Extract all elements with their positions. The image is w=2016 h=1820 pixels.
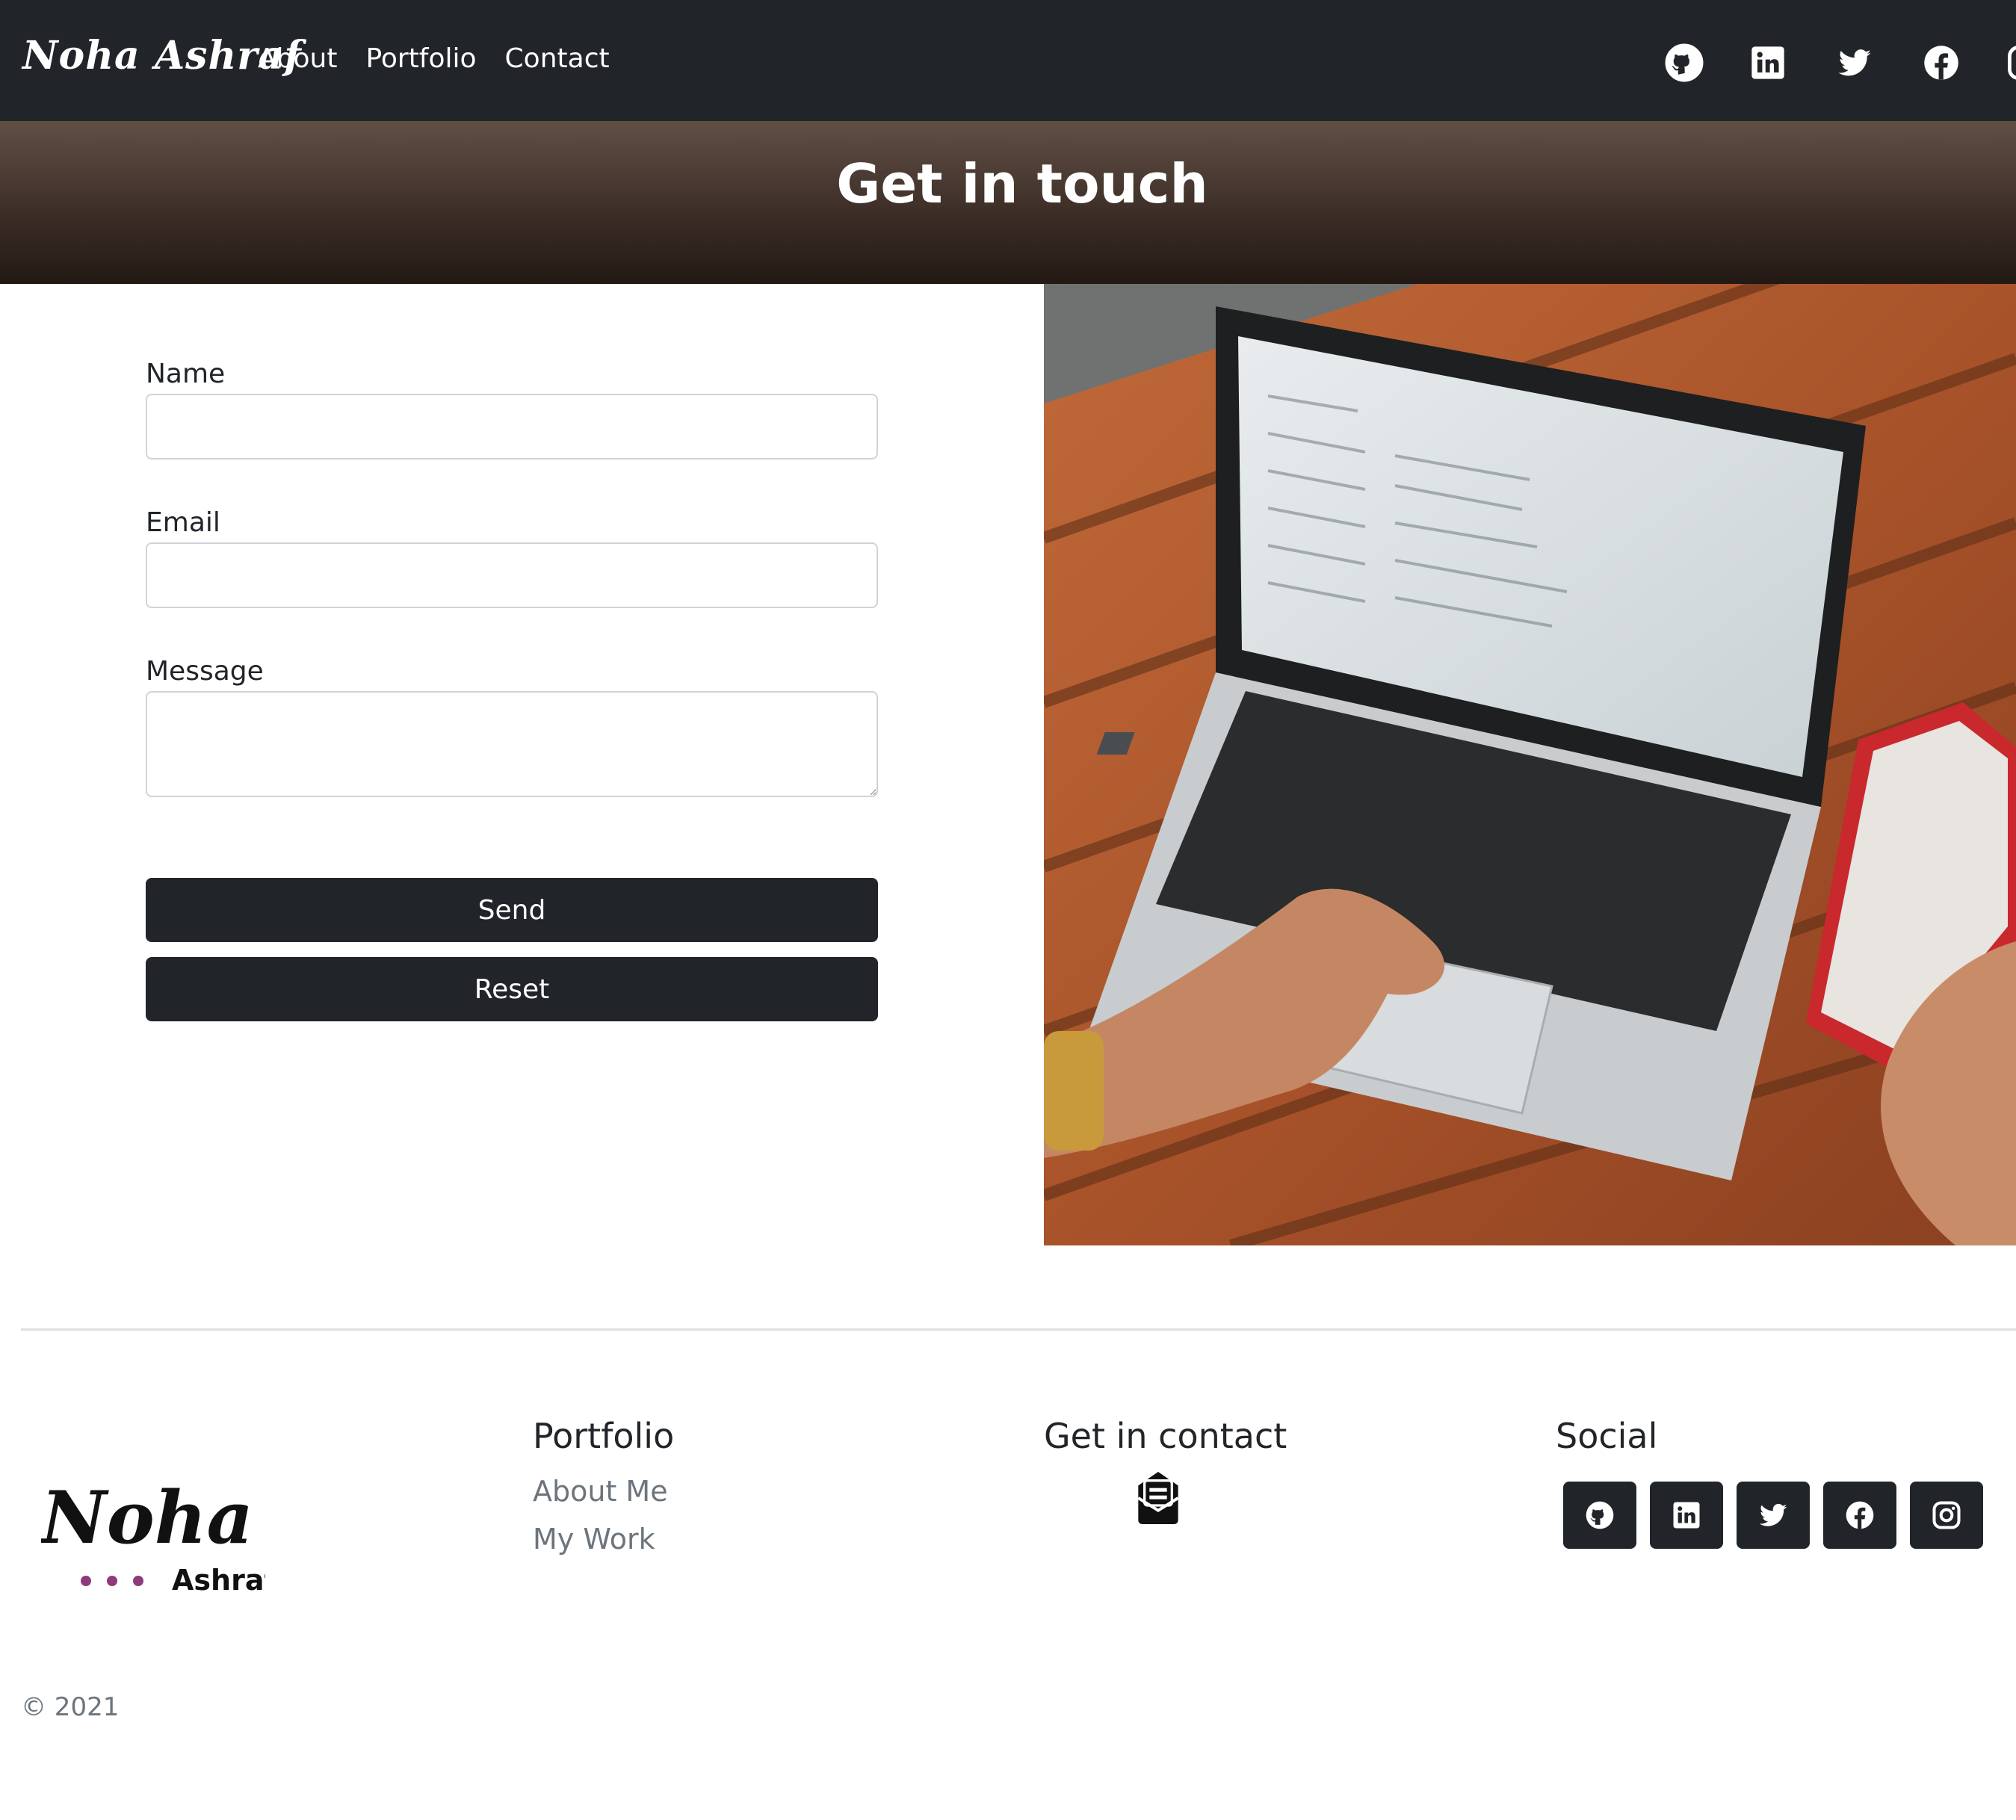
- email-input[interactable]: [146, 542, 878, 608]
- footer-link-about-me[interactable]: About Me: [533, 1475, 668, 1508]
- instagram-icon[interactable]: [2006, 43, 2016, 82]
- footer-github-button[interactable]: [1563, 1482, 1636, 1549]
- envelope-open-icon[interactable]: [1128, 1468, 1188, 1528]
- laptop-photo: [1044, 284, 2016, 1245]
- nav-link-about[interactable]: About: [258, 43, 337, 74]
- copyright: © 2021: [21, 1692, 120, 1722]
- reset-button[interactable]: Reset: [146, 957, 878, 1021]
- name-input[interactable]: [146, 394, 878, 459]
- footer-linkedin-button[interactable]: [1650, 1482, 1723, 1549]
- svg-text:Noha: Noha: [41, 1479, 253, 1560]
- message-textarea[interactable]: [146, 691, 878, 797]
- twitter-icon: [1759, 1503, 1787, 1526]
- navbar: Noha Ashraf About Portfolio Contact: [0, 0, 2016, 121]
- svg-text:Ashraf: Ashraf: [172, 1564, 265, 1597]
- facebook-icon: [1846, 1501, 1874, 1529]
- footer-contact-title: Get in contact: [1044, 1416, 1287, 1456]
- instagram-icon: [1932, 1501, 1961, 1529]
- twitter-icon[interactable]: [1835, 43, 1874, 82]
- footer-portfolio-title: Portfolio: [533, 1416, 675, 1456]
- footer-social-title: Social: [1556, 1416, 1658, 1456]
- name-label: Name: [146, 359, 226, 389]
- nav-links: About Portfolio Contact: [258, 43, 610, 74]
- github-icon[interactable]: [1665, 43, 1704, 82]
- send-button[interactable]: Send: [146, 878, 878, 942]
- message-label: Message: [146, 656, 264, 687]
- nav-link-portfolio[interactable]: Portfolio: [365, 43, 476, 74]
- footer-twitter-button[interactable]: [1737, 1482, 1810, 1549]
- footer-link-my-work[interactable]: My Work: [533, 1523, 655, 1556]
- footer-logo: Noha Ashraf: [39, 1476, 276, 1606]
- page-title: Get in touch: [836, 152, 1208, 215]
- facebook-icon[interactable]: [1922, 43, 1961, 82]
- nav-link-contact[interactable]: Contact: [505, 43, 610, 74]
- footer-facebook-button[interactable]: [1823, 1482, 1896, 1549]
- github-icon: [1586, 1501, 1614, 1529]
- contact-form: Name Email Message Send Reset: [146, 359, 878, 1021]
- footer-divider: [21, 1328, 2016, 1331]
- nav-social-links: [1665, 43, 2016, 88]
- footer-instagram-button[interactable]: [1910, 1482, 1983, 1549]
- linkedin-icon: [1673, 1502, 1700, 1529]
- linkedin-icon[interactable]: [1748, 43, 1787, 82]
- email-label: Email: [146, 507, 220, 538]
- page-header: Get in touch: [0, 121, 2016, 284]
